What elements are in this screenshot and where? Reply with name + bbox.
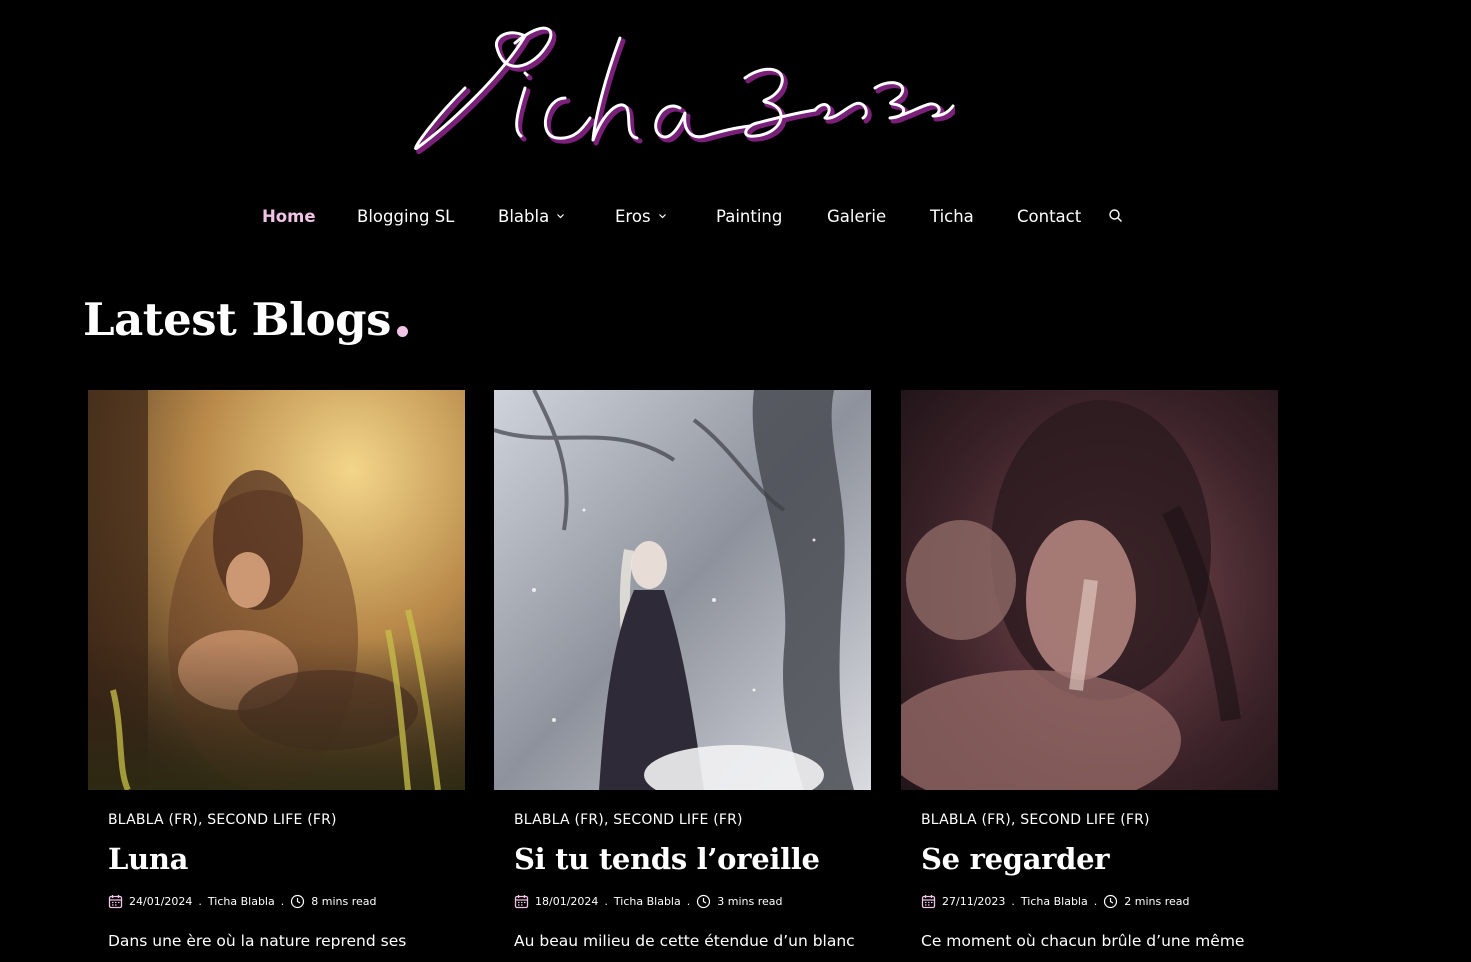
category-link[interactable]: SECOND LIFE (FR) bbox=[613, 812, 742, 828]
meta-separator: . bbox=[198, 894, 202, 908]
chevron-down-icon bbox=[658, 213, 666, 219]
clock-icon bbox=[290, 894, 305, 909]
post-excerpt: Ce moment où chacun brûle d’une même bbox=[921, 932, 1245, 950]
nav-item-blogging-sl[interactable]: Blogging SL bbox=[357, 202, 454, 232]
post-read-time: 2 mins read bbox=[1124, 894, 1190, 908]
title-accent-dot bbox=[396, 326, 408, 337]
meta-separator: . bbox=[1093, 894, 1098, 908]
post-card: BLABLA (FR), SECOND LIFE (FR) Se regarde… bbox=[901, 390, 1278, 962]
nav-item-blabla[interactable]: Blabla bbox=[498, 202, 565, 232]
clock-icon bbox=[696, 894, 711, 909]
post-categories: BLABLA (FR), SECOND LIFE (FR) bbox=[108, 812, 337, 828]
post-thumbnail[interactable] bbox=[494, 390, 871, 790]
nav-item-eros-label: Eros bbox=[615, 207, 651, 226]
post-date: 24/01/2024 bbox=[129, 894, 193, 908]
post-author[interactable]: Ticha Blabla bbox=[208, 895, 275, 908]
post-excerpt: Au beau milieu de cette étendue d’un bla… bbox=[514, 932, 855, 950]
nav-item-ticha[interactable]: Ticha bbox=[930, 202, 974, 232]
clock-icon bbox=[1103, 894, 1118, 909]
meta-separator: . bbox=[686, 894, 691, 908]
post-author[interactable]: Ticha Blabla bbox=[1021, 895, 1088, 908]
category-link[interactable]: SECOND LIFE (FR) bbox=[1020, 812, 1149, 828]
post-meta: 27/11/2023 . Ticha Blabla . 2 mins read bbox=[921, 892, 1189, 910]
meta-separator: . bbox=[1011, 894, 1015, 908]
nav-item-painting[interactable]: Painting bbox=[716, 202, 782, 232]
nav-item-blabla-label: Blabla bbox=[498, 207, 550, 226]
calendar-icon bbox=[514, 894, 529, 909]
nav-item-eros[interactable]: Eros bbox=[615, 202, 666, 232]
meta-separator: . bbox=[604, 894, 608, 908]
post-categories: BLABLA (FR), SECOND LIFE (FR) bbox=[921, 812, 1150, 828]
post-read-time: 3 mins read bbox=[717, 894, 783, 908]
post-author[interactable]: Ticha Blabla bbox=[614, 895, 681, 908]
main-nav: Home Blogging SL Blabla Eros Painting Ga… bbox=[0, 202, 1471, 232]
post-card: BLABLA (FR), SECOND LIFE (FR) Si tu tend… bbox=[494, 390, 871, 962]
category-link[interactable]: BLABLA (FR) bbox=[921, 812, 1011, 828]
post-excerpt: Dans une ère où la nature reprend ses bbox=[108, 932, 407, 950]
post-thumbnail[interactable] bbox=[88, 390, 465, 790]
chevron-down-icon bbox=[557, 213, 565, 219]
meta-separator: . bbox=[280, 894, 285, 908]
search-icon[interactable] bbox=[1108, 208, 1124, 224]
post-title[interactable]: Luna bbox=[108, 838, 188, 880]
post-title[interactable]: Se regarder bbox=[921, 838, 1110, 880]
post-title[interactable]: Si tu tends l’oreille bbox=[514, 838, 820, 880]
section-title: Latest Blogs bbox=[83, 290, 408, 350]
nav-item-home[interactable]: Home bbox=[262, 202, 316, 232]
category-link[interactable]: SECOND LIFE (FR) bbox=[207, 812, 336, 828]
post-card: BLABLA (FR), SECOND LIFE (FR) Luna 24/01… bbox=[88, 390, 465, 962]
post-meta: 18/01/2024 . Ticha Blabla . 3 mins read bbox=[514, 892, 782, 910]
category-link[interactable]: BLABLA (FR) bbox=[514, 812, 604, 828]
calendar-icon bbox=[921, 894, 936, 909]
post-categories: BLABLA (FR), SECOND LIFE (FR) bbox=[514, 812, 743, 828]
post-date: 27/11/2023 bbox=[942, 894, 1006, 908]
nav-item-contact[interactable]: Contact bbox=[1017, 202, 1081, 232]
post-read-time: 8 mins read bbox=[311, 894, 377, 908]
section-title-text: Latest Blogs bbox=[83, 293, 391, 346]
post-date: 18/01/2024 bbox=[535, 894, 599, 908]
nav-item-galerie[interactable]: Galerie bbox=[827, 202, 886, 232]
post-meta: 24/01/2024 . Ticha Blabla . 8 mins read bbox=[108, 892, 376, 910]
site-logo[interactable] bbox=[405, 18, 959, 163]
category-link[interactable]: BLABLA (FR) bbox=[108, 812, 198, 828]
post-thumbnail[interactable] bbox=[901, 390, 1278, 790]
calendar-icon bbox=[108, 894, 123, 909]
